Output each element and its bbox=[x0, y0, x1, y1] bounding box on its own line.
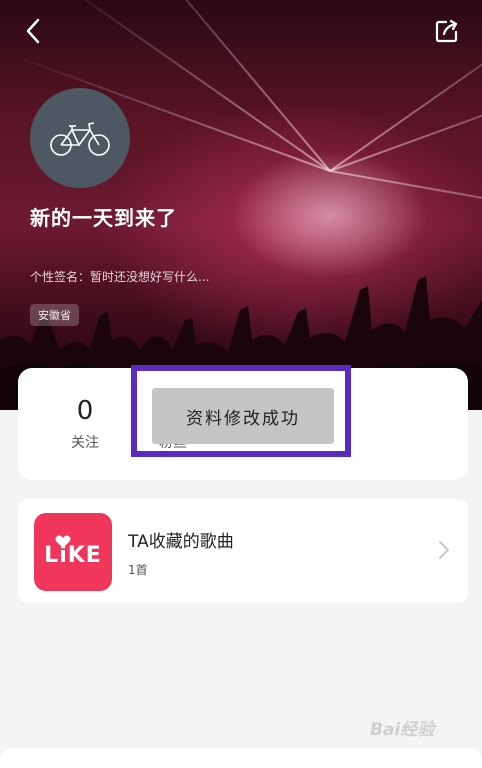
region-tag: 安徽省 bbox=[30, 304, 79, 326]
light-beam bbox=[110, 0, 331, 172]
chevron-right-icon bbox=[439, 541, 449, 559]
share-button[interactable] bbox=[430, 14, 464, 48]
signature[interactable]: 个性签名：暂时还没想好写什么... bbox=[30, 268, 209, 285]
chevron-left-icon bbox=[26, 18, 40, 44]
toast-message: 资料修改成功 bbox=[152, 388, 334, 444]
playlist-card[interactable]: LiKE TA收藏的歌曲 1首 bbox=[18, 499, 468, 603]
watermark: Bai经验 bbox=[370, 720, 435, 740]
cover-text: LiKE bbox=[44, 543, 102, 568]
playlist-cover: LiKE bbox=[34, 513, 112, 591]
back-button[interactable] bbox=[16, 14, 50, 48]
profile-header-background: 新的一天到来了 个性签名：暂时还没想好写什么... 安徽省 bbox=[0, 0, 482, 410]
stat-value: 0 bbox=[76, 396, 94, 426]
bicycle-icon bbox=[50, 122, 110, 156]
stat-label: 关注 bbox=[71, 435, 99, 451]
playlist-title: TA收藏的歌曲 bbox=[128, 532, 234, 552]
nickname: 新的一天到来了 bbox=[30, 206, 177, 230]
stat-following[interactable]: 0 关注 bbox=[40, 396, 130, 452]
bottom-card bbox=[0, 748, 482, 768]
playlist-count: 1首 bbox=[128, 563, 148, 577]
share-icon bbox=[435, 19, 458, 43]
avatar[interactable] bbox=[30, 88, 130, 188]
